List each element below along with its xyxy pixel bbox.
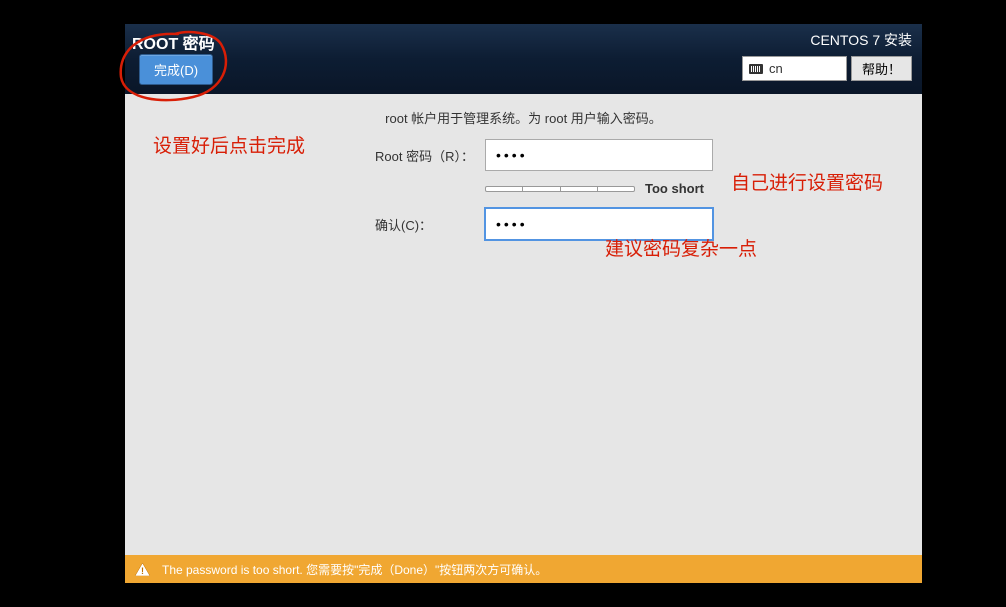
keyboard-icon	[749, 64, 763, 74]
install-title: CENTOS 7 安装	[810, 30, 912, 50]
confirm-row: 确认(C)：	[145, 208, 902, 240]
done-button[interactable]: 完成(D)	[139, 54, 213, 85]
lang-code: cn	[769, 61, 783, 76]
confirm-password-input[interactable]	[485, 208, 713, 240]
help-button[interactable]: 帮助！	[851, 56, 912, 81]
content-area: root 帐户用于管理系统。为 root 用户输入密码。 Root 密码（R）：…	[125, 94, 922, 555]
warning-text: The password is too short. 您需要按"完成（Done）…	[162, 561, 547, 578]
warning-icon: !	[135, 563, 150, 576]
password-row: Root 密码（R）：	[145, 139, 902, 171]
password-label: Root 密码（R）：	[375, 146, 485, 165]
password-strength-bar	[485, 186, 635, 192]
strength-row: Too short	[145, 181, 902, 196]
keyboard-layout-indicator[interactable]: cn	[742, 56, 847, 81]
lang-help-row: cn 帮助！	[742, 56, 912, 81]
confirm-label: 确认(C)：	[375, 215, 485, 234]
root-password-input[interactable]	[485, 139, 713, 171]
password-strength-text: Too short	[645, 181, 704, 196]
root-description: root 帐户用于管理系统。为 root 用户输入密码。	[145, 108, 902, 127]
header-right: CENTOS 7 安装 cn 帮助！	[742, 30, 912, 81]
page-title: ROOT 密码	[132, 30, 215, 54]
svg-text:!: !	[141, 566, 144, 576]
header-bar: ROOT 密码 完成(D) CENTOS 7 安装 cn 帮助！	[125, 24, 922, 94]
warning-footer: ! The password is too short. 您需要按"完成（Don…	[125, 555, 922, 583]
installer-window: ROOT 密码 完成(D) CENTOS 7 安装 cn 帮助！ root 帐户…	[125, 24, 922, 583]
